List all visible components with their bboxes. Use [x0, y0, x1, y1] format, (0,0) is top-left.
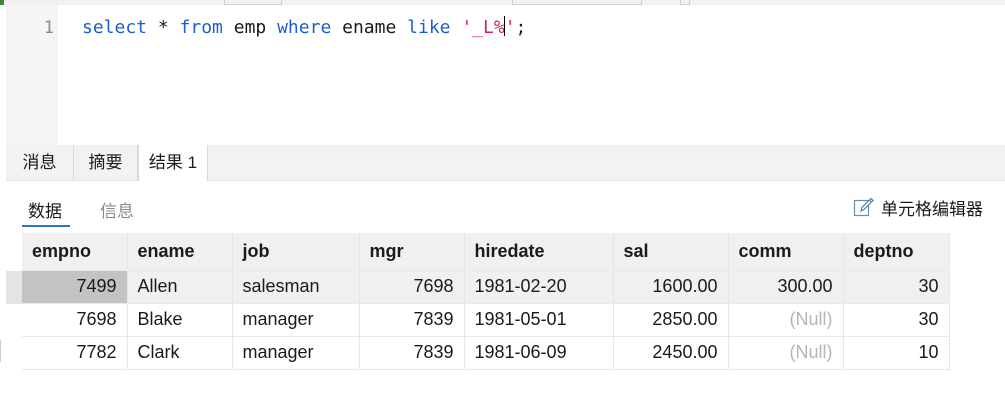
- cell-mgr[interactable]: 7698: [359, 270, 465, 304]
- cell-ename[interactable]: Clark: [127, 336, 233, 370]
- table-row[interactable]: 7782 Clark manager 7839 1981-06-09 2450.…: [22, 336, 950, 370]
- code-star: *: [147, 17, 180, 38]
- keyword-select: select: [82, 17, 148, 38]
- table-row[interactable]: 7499 Allen salesman 7698 1981-02-20 1600…: [22, 270, 950, 304]
- cell-sal[interactable]: 1600.00: [613, 270, 729, 304]
- cell-empno[interactable]: 7698: [22, 303, 128, 337]
- cell-editor-button[interactable]: 单元格编辑器: [853, 194, 983, 220]
- edit-pencil-icon: [853, 196, 875, 218]
- cell-job[interactable]: manager: [232, 336, 360, 370]
- cell-deptno[interactable]: 10: [843, 336, 950, 370]
- cell-comm[interactable]: (Null): [728, 336, 844, 370]
- cell-editor-label: 单元格编辑器: [881, 199, 983, 219]
- keyword-like: like: [407, 17, 451, 38]
- code-line[interactable]: select * from emp where ename like '_L%'…: [82, 16, 526, 38]
- code-table-name: emp: [222, 17, 278, 38]
- line-gutter: 1: [6, 5, 58, 145]
- column-header-comm[interactable]: comm: [728, 233, 844, 271]
- keyword-where: where: [277, 17, 332, 38]
- keyword-from: from: [179, 17, 223, 38]
- table-row[interactable]: 7698 Blake manager 7839 1981-05-01 2850.…: [22, 303, 950, 337]
- cell-sal[interactable]: 2450.00: [613, 336, 729, 370]
- cell-deptno[interactable]: 30: [843, 303, 950, 337]
- cell-job[interactable]: salesman: [232, 270, 360, 304]
- row-selector-2[interactable]: [6, 304, 22, 337]
- column-header-deptno[interactable]: deptno: [843, 233, 950, 271]
- column-header-hiredate[interactable]: hiredate: [464, 233, 614, 271]
- cell-hiredate[interactable]: 1981-06-09: [464, 336, 614, 370]
- sql-editor[interactable]: 1 select * from emp where ename like '_L…: [6, 5, 1005, 145]
- cell-empno[interactable]: 7499: [22, 270, 128, 304]
- tab-fragment: [0, 0, 4, 5]
- column-header-empno[interactable]: empno: [22, 233, 128, 271]
- column-header-mgr[interactable]: mgr: [359, 233, 465, 271]
- column-header-sal[interactable]: sal: [613, 233, 729, 271]
- splitter-edge: [0, 340, 5, 362]
- cell-job[interactable]: manager: [232, 303, 360, 337]
- code-string-literal: '_L%: [461, 17, 505, 38]
- cell-hiredate[interactable]: 1981-02-20: [464, 270, 614, 304]
- cell-hiredate[interactable]: 1981-05-01: [464, 303, 614, 337]
- cell-ename[interactable]: Allen: [127, 270, 233, 304]
- code-column-name: ename: [331, 17, 408, 38]
- cell-comm[interactable]: (Null): [728, 303, 844, 337]
- cell-sal[interactable]: 2850.00: [613, 303, 729, 337]
- column-header-ename[interactable]: ename: [127, 233, 233, 271]
- row-selector-3[interactable]: [6, 337, 22, 370]
- line-number: 1: [43, 18, 54, 38]
- cell-mgr[interactable]: 7839: [359, 303, 465, 337]
- result-grid[interactable]: empno ename job mgr hiredate sal comm de…: [22, 233, 950, 370]
- code-string-close-quote: ': [504, 17, 516, 38]
- cell-ename[interactable]: Blake: [127, 303, 233, 337]
- cell-deptno[interactable]: 30: [843, 270, 950, 304]
- grid-header-row: empno ename job mgr hiredate sal comm de…: [22, 233, 950, 271]
- subtab-data[interactable]: 数据: [28, 197, 62, 222]
- active-subtab-indicator: [22, 225, 70, 227]
- cell-empno[interactable]: 7782: [22, 336, 128, 370]
- code-terminator: ;: [515, 17, 527, 38]
- column-header-job[interactable]: job: [232, 233, 360, 271]
- row-selector-1[interactable]: [6, 271, 22, 304]
- tab-summary[interactable]: 摘要: [74, 145, 138, 180]
- result-tabs-bar: 消息 摘要 结果 1: [6, 145, 1005, 181]
- cell-comm[interactable]: 300.00: [728, 270, 844, 304]
- tab-messages[interactable]: 消息: [6, 145, 74, 180]
- result-subtoolbar: 数据 信息 单元格编辑器: [6, 181, 1005, 231]
- cell-mgr[interactable]: 7839: [359, 336, 465, 370]
- tab-result-1[interactable]: 结果 1: [138, 145, 208, 181]
- subtab-info[interactable]: 信息: [100, 197, 134, 222]
